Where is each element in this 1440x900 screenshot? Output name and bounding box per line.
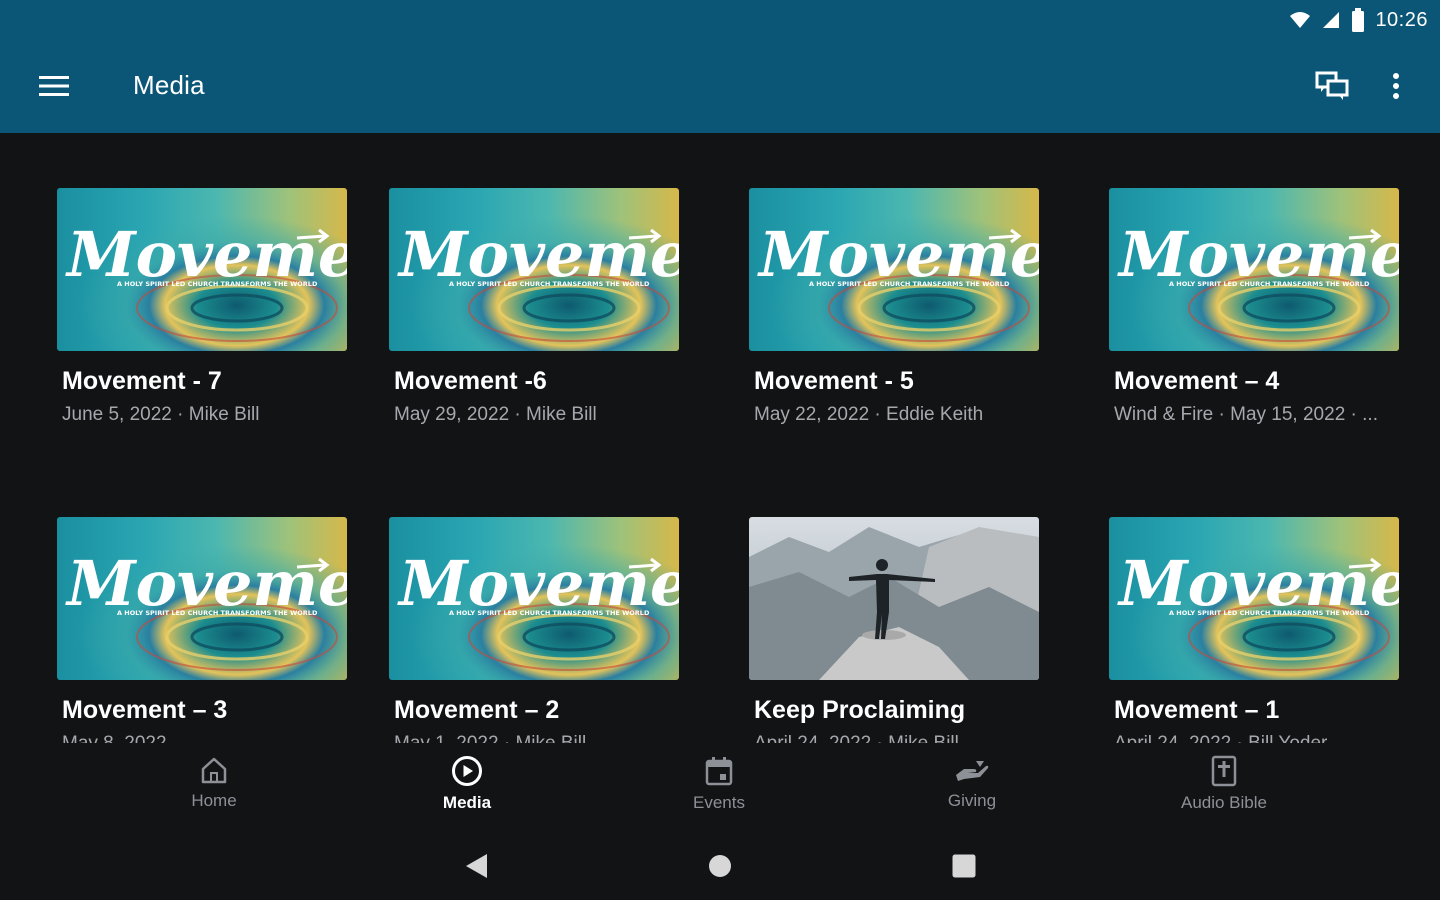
media-title: Movement -6 — [394, 367, 547, 395]
calendar-icon — [705, 757, 733, 786]
media-subtitle: May 1, 2022 · Mike Bill — [394, 733, 674, 743]
nav-events[interactable]: Events — [644, 755, 794, 825]
media-card[interactable]: Movement A HOLY SPIRIT LED CHURCH TRANSF… — [57, 517, 347, 743]
media-title: Movement – 2 — [394, 696, 560, 724]
media-card[interactable]: Keep Proclaiming April 24, 2022 · Mike B… — [749, 517, 1039, 743]
home-circle-icon — [709, 855, 731, 877]
system-back-button[interactable] — [456, 848, 496, 884]
bible-icon — [1211, 755, 1237, 787]
nav-label: Giving — [947, 791, 997, 810]
media-title: Movement – 3 — [62, 696, 228, 724]
menu-button[interactable] — [26, 60, 82, 112]
thumbnail-tagline-art: A HOLY SPIRIT LED CHURCH TRANSFORMS THE … — [117, 280, 318, 288]
media-card[interactable]: Movement A HOLY SPIRIT LED CHURCH TRANSF… — [749, 188, 1039, 426]
battery-icon — [1352, 8, 1365, 32]
system-navigation-bar — [0, 830, 1440, 900]
nav-media[interactable]: Media — [392, 755, 542, 825]
status-bar: 10:26 — [1289, 6, 1428, 34]
media-thumbnail: Movement A HOLY SPIRIT LED CHURCH TRANSF… — [57, 517, 347, 680]
home-icon — [201, 757, 227, 784]
system-recents-button[interactable] — [944, 848, 984, 884]
nav-audio-bible[interactable]: Audio Bible — [1149, 755, 1299, 825]
nav-label: Events — [693, 793, 745, 812]
media-thumbnail: Movement A HOLY SPIRIT LED CHURCH TRANSF… — [57, 188, 347, 351]
media-card[interactable]: Movement A HOLY SPIRIT LED CHURCH TRANSF… — [1109, 517, 1399, 743]
nav-label: Media — [442, 793, 492, 812]
media-card[interactable]: Movement A HOLY SPIRIT LED CHURCH TRANSF… — [389, 188, 679, 426]
media-thumbnail: Movement A HOLY SPIRIT LED CHURCH TRANSF… — [1109, 188, 1399, 351]
media-card[interactable]: Movement A HOLY SPIRIT LED CHURCH TRANSF… — [57, 188, 347, 426]
nav-home[interactable]: Home — [139, 755, 289, 825]
thumbnail-tagline-art: A HOLY SPIRIT LED CHURCH TRANSFORMS THE … — [1169, 280, 1370, 288]
media-subtitle: June 5, 2022 · Mike Bill — [62, 404, 260, 425]
thumbnail-tagline-art: A HOLY SPIRIT LED CHURCH TRANSFORMS THE … — [117, 609, 318, 617]
media-thumbnail: Movement A HOLY SPIRIT LED CHURCH TRANSF… — [389, 188, 679, 351]
thumbnail-tagline-art: A HOLY SPIRIT LED CHURCH TRANSFORMS THE … — [1169, 609, 1370, 617]
media-title: Movement - 7 — [62, 367, 222, 395]
app-bar: 10:26 Media — [0, 0, 1440, 133]
media-title: Movement - 5 — [754, 367, 914, 395]
thumbnail-tagline-art: A HOLY SPIRIT LED CHURCH TRANSFORMS THE … — [449, 280, 650, 288]
more-options-button[interactable] — [1372, 60, 1420, 112]
media-subtitle: May 22, 2022 · Eddie Keith — [754, 404, 984, 425]
media-grid: Movement A HOLY SPIRIT LED CHURCH TRANSF… — [0, 133, 1440, 743]
wifi-icon — [1290, 12, 1311, 28]
thumbnail-tagline-art: A HOLY SPIRIT LED CHURCH TRANSFORMS THE … — [809, 280, 1010, 288]
giving-hand-icon — [956, 761, 989, 781]
page-title: Media — [133, 70, 205, 100]
media-subtitle: May 8, 2022 — [62, 733, 342, 743]
media-card[interactable]: Movement A HOLY SPIRIT LED CHURCH TRANSF… — [389, 517, 679, 743]
play-circle-icon — [452, 756, 482, 786]
media-thumbnail — [749, 517, 1039, 680]
media-subtitle: Wind & Fire · May 15, 2022 · ... — [1114, 404, 1378, 425]
more-vert-icon — [1393, 73, 1399, 99]
chat-button[interactable] — [1304, 60, 1360, 112]
back-triangle-icon — [466, 854, 487, 878]
nav-label: Audio Bible — [1180, 793, 1267, 812]
chat-bubbles-icon — [1315, 71, 1349, 100]
media-thumbnail: Movement A HOLY SPIRIT LED CHURCH TRANSF… — [1109, 517, 1399, 680]
status-time: 10:26 — [1375, 8, 1428, 31]
media-title: Keep Proclaiming — [754, 696, 966, 724]
media-subtitle: May 29, 2022 · Mike Bill — [394, 404, 597, 425]
thumbnail-tagline-art: A HOLY SPIRIT LED CHURCH TRANSFORMS THE … — [449, 609, 650, 617]
media-title: Movement – 1 — [1114, 696, 1280, 724]
hamburger-menu-icon — [39, 76, 69, 96]
bottom-navigation: Home Media Events Giving Audio Bible — [0, 743, 1440, 830]
media-thumbnail: Movement A HOLY SPIRIT LED CHURCH TRANSF… — [389, 517, 679, 680]
media-thumbnail: Movement A HOLY SPIRIT LED CHURCH TRANSF… — [749, 188, 1039, 351]
media-title: Movement – 4 — [1114, 367, 1280, 395]
media-card[interactable]: Movement A HOLY SPIRIT LED CHURCH TRANSF… — [1109, 188, 1399, 426]
cellular-signal-icon — [1323, 12, 1340, 28]
recents-square-icon — [952, 854, 976, 878]
media-subtitle: April 24, 2022 · Bill Yoder — [1114, 733, 1394, 743]
media-subtitle: April 24, 2022 · Mike Bill — [754, 733, 1034, 743]
nav-label: Home — [191, 791, 237, 810]
nav-giving[interactable]: Giving — [897, 755, 1047, 825]
system-home-button[interactable] — [700, 848, 740, 884]
toolbar: Media — [0, 48, 1440, 124]
